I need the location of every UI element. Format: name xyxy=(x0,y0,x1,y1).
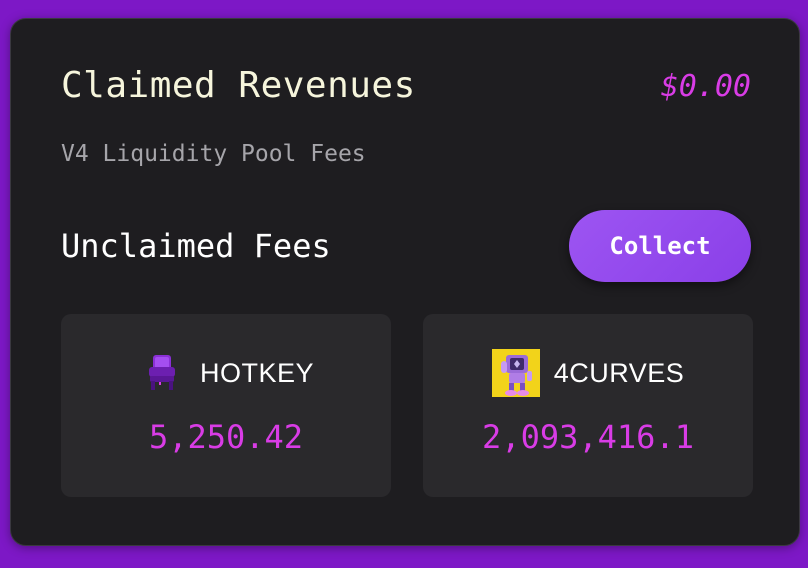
revenue-card: Claimed Revenues $0.00 V4 Liquidity Pool… xyxy=(10,18,800,546)
token-amount: 2,093,416.1 xyxy=(482,418,694,456)
claimed-revenues-title: Claimed Revenues xyxy=(61,65,416,106)
purple-chair-icon xyxy=(138,349,186,397)
token-card-4curves: 4CURVES 2,093,416.1 xyxy=(423,314,753,497)
token-card-hotkey: HOTKEY 5,250.42 xyxy=(61,314,391,497)
claimed-revenues-total: $0.00 xyxy=(660,69,751,104)
purple-robot-on-yellow-icon xyxy=(491,349,540,397)
pool-fees-subtitle: V4 Liquidity Pool Fees xyxy=(61,141,366,167)
token-amount: 5,250.42 xyxy=(148,418,304,456)
unclaimed-fees-title: Unclaimed Fees xyxy=(61,227,331,265)
token-header: 4CURVES xyxy=(423,349,753,397)
collect-button[interactable]: Collect xyxy=(569,210,751,282)
token-name: 4CURVES xyxy=(553,357,685,388)
token-header: HOTKEY xyxy=(61,349,391,397)
token-name: HOTKEY xyxy=(199,357,315,388)
